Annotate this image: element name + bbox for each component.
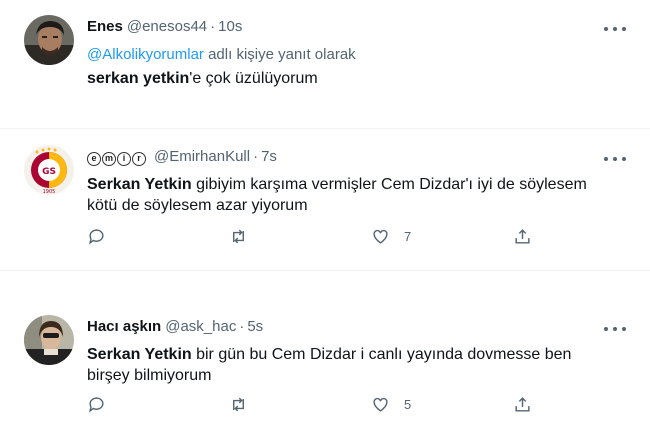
tweet-text: serkan yetkin'e çok üzülüyorum — [87, 68, 607, 89]
name-letter: m — [102, 151, 116, 166]
tweet-time[interactable]: 5s — [247, 318, 263, 335]
tweet-header: Hacı aşkın @ask_hac · 5s — [87, 318, 263, 335]
retweet-icon — [233, 229, 244, 243]
retweet-icon — [233, 397, 244, 411]
tweet-time[interactable]: 7s — [261, 148, 277, 165]
avatar[interactable] — [24, 15, 74, 65]
tweet-emirhan[interactable]: GS 1905 e m i r @EmirhanKull · 7s Serkan… — [0, 130, 650, 280]
tweet-header: Enes @enesos44 · 10s — [87, 18, 242, 35]
reply-mention-link[interactable]: @Alkolikyorumlar — [87, 46, 204, 63]
tweet-text: Serkan Yetkin bir gün bu Cem Dizdar i ca… — [87, 344, 597, 386]
dot-icon — [622, 157, 626, 161]
more-options-button[interactable] — [604, 324, 626, 334]
dot-icon — [622, 27, 626, 31]
reply-context-text: adlı kişiye yanıt olarak — [208, 46, 356, 63]
share-button[interactable] — [513, 225, 532, 247]
more-options-button[interactable] — [604, 154, 626, 164]
separator-dot: · — [239, 318, 245, 335]
tweet-actions: 7 — [87, 225, 547, 247]
separator-dot: · — [253, 148, 259, 165]
share-icon — [515, 228, 530, 244]
heart-icon — [373, 229, 388, 244]
tweet-time[interactable]: 10s — [218, 18, 242, 35]
like-button[interactable]: 5 — [371, 393, 411, 415]
reply-icon — [89, 228, 104, 245]
like-count: 7 — [404, 228, 412, 244]
name-letter: e — [87, 151, 101, 166]
tweet-header: e m i r @EmirhanKull · 7s — [87, 148, 277, 166]
name-letter: r — [132, 151, 146, 166]
avatar[interactable]: GS 1905 — [24, 145, 74, 195]
display-name[interactable]: e m i r — [87, 151, 146, 166]
reply-button[interactable] — [87, 225, 106, 247]
dot-icon — [613, 27, 617, 31]
avatar[interactable] — [24, 315, 74, 365]
display-name[interactable]: Enes — [87, 18, 123, 35]
reply-icon — [89, 396, 104, 413]
woman-portrait-avatar-icon — [24, 315, 74, 365]
separator-dot: · — [210, 18, 216, 35]
tweet-mention-bold: Serkan Yetkin — [87, 346, 192, 363]
reply-button[interactable] — [87, 393, 106, 415]
dot-icon — [604, 327, 608, 331]
share-icon — [515, 396, 530, 412]
divider — [0, 128, 650, 129]
tweet-haci[interactable]: Hacı aşkın @ask_hac · 5s Serkan Yetkin b… — [0, 300, 650, 445]
name-letter: i — [117, 151, 131, 166]
user-handle[interactable]: @enesos44 — [127, 18, 207, 35]
retweet-button[interactable] — [229, 393, 248, 415]
like-button[interactable]: 7 — [371, 225, 411, 247]
dot-icon — [622, 327, 626, 331]
display-name[interactable]: Hacı aşkın — [87, 318, 161, 335]
tweet-mention-bold: Serkan Yetkin — [87, 176, 192, 193]
galatasaray-crest-avatar-icon: GS 1905 — [24, 145, 74, 195]
user-handle[interactable]: @ask_hac — [165, 318, 236, 335]
tweet-enes[interactable]: Enes @enesos44 · 10s @Alkolikyorumlar ad… — [0, 0, 650, 120]
emblem-year: 1905 — [43, 189, 56, 195]
share-button[interactable] — [513, 393, 532, 415]
dot-icon — [613, 157, 617, 161]
tweet-mention-bold: serkan yetkin — [87, 70, 190, 87]
tweet-text: Serkan Yetkin gibiyim karşıma vermişler … — [87, 174, 597, 216]
tweet-actions: 5 — [87, 393, 547, 415]
tweet-body: 'e çok üzülüyorum — [189, 70, 318, 87]
man-portrait-avatar-icon — [24, 15, 74, 65]
like-count: 5 — [404, 396, 412, 412]
svg-text:GS: GS — [42, 167, 56, 177]
heart-icon — [373, 397, 388, 412]
user-handle[interactable]: @EmirhanKull — [154, 148, 250, 165]
dot-icon — [604, 157, 608, 161]
more-options-button[interactable] — [604, 24, 626, 34]
reply-context: @Alkolikyorumlar adlı kişiye yanıt olara… — [87, 46, 356, 63]
dot-icon — [613, 327, 617, 331]
retweet-button[interactable] — [229, 225, 248, 247]
dot-icon — [604, 27, 608, 31]
divider — [0, 270, 650, 271]
